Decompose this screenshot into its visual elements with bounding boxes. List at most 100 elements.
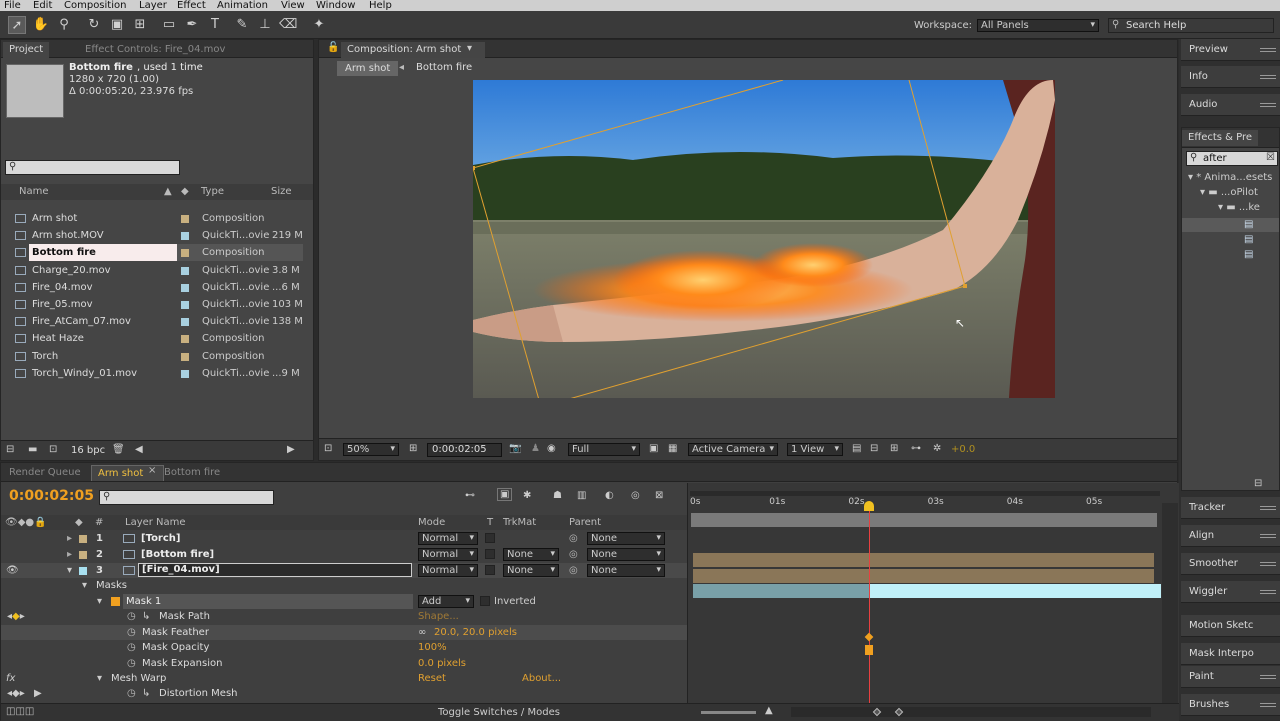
- preset-icon[interactable]: ▤: [1244, 234, 1253, 245]
- view-layout-dropdown[interactable]: 1 View: [787, 443, 843, 456]
- tab-bottom-fire[interactable]: Bottom fire: [158, 465, 226, 481]
- vertical-scrollbar[interactable]: [1162, 503, 1178, 703]
- layer-name[interactable]: [Bottom fire]: [141, 547, 214, 562]
- timeline-graph[interactable]: 0s 01s 02s 03s 04s 05s: [687, 483, 1179, 717]
- graph-editor-toggle-icon[interactable]: ⊠: [655, 490, 663, 501]
- work-area-range[interactable]: [691, 513, 1157, 527]
- timeline-icon[interactable]: ⊞: [890, 443, 898, 454]
- breadcrumb-arm-shot[interactable]: Arm shot: [337, 61, 399, 76]
- mask1-row[interactable]: ▾ Mask 1 Add Inverted: [1, 594, 687, 609]
- mode-dropdown[interactable]: Normal: [418, 532, 478, 545]
- inverted-checkbox[interactable]: [480, 596, 490, 606]
- wiggler-panel-tab[interactable]: Wiggler: [1181, 581, 1280, 603]
- menu-effect[interactable]: Effect: [177, 0, 206, 11]
- col-mode[interactable]: Mode: [418, 515, 445, 530]
- collapse-arrow-icon[interactable]: ▾: [97, 671, 102, 686]
- toggle-switches-modes[interactable]: Toggle Switches / Modes: [438, 707, 560, 718]
- bpc-toggle[interactable]: 16 bpc: [71, 445, 105, 456]
- scroll-left-icon[interactable]: ◀: [135, 444, 143, 455]
- project-item[interactable]: Arm shot.MOV QuickTi...ovie 219 M: [7, 227, 307, 244]
- expand-arrow-icon[interactable]: ▸: [67, 547, 72, 562]
- preserve-transparency-checkbox[interactable]: [485, 549, 495, 559]
- timeline-timecode[interactable]: 0:00:02:05: [9, 488, 94, 504]
- layer-bar-3-after[interactable]: [869, 584, 1161, 598]
- collapse-arrow-icon[interactable]: ▾: [97, 594, 102, 609]
- project-item[interactable]: Torch Composition: [7, 348, 307, 365]
- align-panel-tab[interactable]: Align: [1181, 525, 1280, 547]
- keyframe-marker[interactable]: [864, 632, 874, 642]
- scroll-right-icon[interactable]: ▶: [287, 444, 295, 455]
- layer-row-1[interactable]: ▸ 1 [Torch] Normal ◎ None: [1, 531, 687, 546]
- eraser-tool-icon[interactable]: ⌫: [279, 16, 297, 34]
- project-item[interactable]: Fire_AtCam_07.mov QuickTi...ovie 138 M: [7, 313, 307, 330]
- stopwatch-icon[interactable]: ◷: [127, 640, 136, 655]
- show-snapshot-icon[interactable]: ♟: [531, 443, 540, 454]
- zoom-dropdown[interactable]: 50%: [343, 443, 399, 456]
- collapse-arrow-icon[interactable]: ▾: [82, 578, 87, 593]
- col-type[interactable]: Type: [201, 184, 224, 200]
- col-layer-name[interactable]: Layer Name: [125, 515, 186, 530]
- parent-dropdown[interactable]: None: [587, 548, 665, 561]
- tracker-panel-tab[interactable]: Tracker: [1181, 497, 1280, 519]
- layer-bar-2[interactable]: [693, 569, 1154, 583]
- motion-sketch-panel-tab[interactable]: Motion Sketc: [1181, 615, 1280, 637]
- trkmat-dropdown[interactable]: None: [503, 564, 559, 577]
- live-update-icon[interactable]: ▣: [497, 488, 513, 501]
- visibility-eye-icon[interactable]: 👁: [6, 563, 19, 578]
- graph-editor-icon[interactable]: ◎: [631, 490, 640, 501]
- about-link[interactable]: About...: [522, 671, 561, 686]
- project-item[interactable]: Arm shot Composition: [7, 210, 307, 227]
- clear-search-icon[interactable]: ☒: [1266, 152, 1275, 163]
- menu-layer[interactable]: Layer: [139, 0, 167, 11]
- label-swatch[interactable]: [181, 266, 189, 275]
- smoother-panel-tab[interactable]: Smoother: [1181, 553, 1280, 575]
- preview-panel-tab[interactable]: Preview: [1181, 39, 1280, 61]
- menu-window[interactable]: Window: [316, 0, 355, 11]
- mask-mode-dropdown[interactable]: Add: [418, 595, 474, 608]
- col-name[interactable]: Name: [19, 184, 49, 200]
- project-item[interactable]: Heat Haze Composition: [7, 330, 307, 347]
- layer-row-2[interactable]: ▸ 2 [Bottom fire] Normal None ◎ None: [1, 547, 687, 562]
- project-item[interactable]: Fire_04.mov QuickTi...ovie ...6 M: [7, 279, 307, 296]
- project-search-input[interactable]: ⚲: [5, 160, 180, 175]
- chevron-down-icon[interactable]: ▾: [467, 43, 472, 54]
- col-parent[interactable]: Parent: [569, 515, 601, 530]
- hide-shy-layers-icon[interactable]: ☗: [553, 490, 562, 501]
- audio-panel-tab[interactable]: Audio: [1181, 94, 1280, 116]
- mask-interpolation-panel-tab[interactable]: Mask Interpo: [1181, 643, 1280, 665]
- playhead-handle[interactable]: [864, 501, 874, 511]
- menu-composition[interactable]: Composition: [64, 0, 126, 11]
- tab-render-queue[interactable]: Render Queue: [3, 465, 87, 481]
- panel-menu-icon[interactable]: [1260, 590, 1276, 594]
- menu-animation[interactable]: Animation: [217, 0, 268, 11]
- col-trkmat[interactable]: TrkMat: [503, 515, 536, 530]
- tree-item-selected[interactable]: ▤: [1182, 218, 1279, 232]
- property-value[interactable]: 100%: [418, 640, 447, 655]
- stopwatch-icon[interactable]: ◷: [127, 625, 136, 640]
- label-swatch[interactable]: [181, 215, 189, 223]
- label-swatch[interactable]: [79, 567, 87, 575]
- collapse-arrow-icon[interactable]: ▾: [67, 563, 72, 578]
- rotate-tool-icon[interactable]: ↻: [85, 16, 103, 34]
- camera-tool-icon[interactable]: ▣: [108, 16, 126, 34]
- frame-blending-icon[interactable]: ▥: [577, 490, 586, 501]
- keyframe-nav-icon[interactable]: ◂◆▸: [7, 609, 25, 624]
- panel-menu-icon[interactable]: [1260, 703, 1276, 707]
- panel-menu-icon[interactable]: [1260, 562, 1276, 566]
- panel-menu-icon[interactable]: [1260, 506, 1276, 510]
- camera-dropdown[interactable]: Active Camera: [688, 443, 778, 456]
- comp-viewer[interactable]: [473, 80, 1055, 398]
- new-preset-icon[interactable]: ⊟: [1254, 478, 1262, 489]
- col-size[interactable]: Size: [271, 184, 292, 200]
- pickwhip-icon[interactable]: ◎: [569, 547, 578, 562]
- comp-mini-flowchart-icon[interactable]: ⊷: [465, 490, 475, 501]
- label-swatch[interactable]: [79, 535, 87, 543]
- project-item[interactable]: Charge_20.mov QuickTi...ovie 3.8 M: [7, 262, 307, 279]
- preserve-transparency-checkbox[interactable]: [485, 565, 495, 575]
- viewer-timecode[interactable]: 0:00:02:05: [427, 443, 502, 457]
- effects-search-input[interactable]: ⚲ after ☒: [1186, 151, 1278, 166]
- brush-tool-icon[interactable]: ✎: [233, 16, 251, 34]
- paint-panel-tab[interactable]: Paint: [1181, 666, 1280, 688]
- pixel-aspect-icon[interactable]: ▤: [852, 443, 861, 454]
- reset-link[interactable]: Reset: [418, 671, 446, 686]
